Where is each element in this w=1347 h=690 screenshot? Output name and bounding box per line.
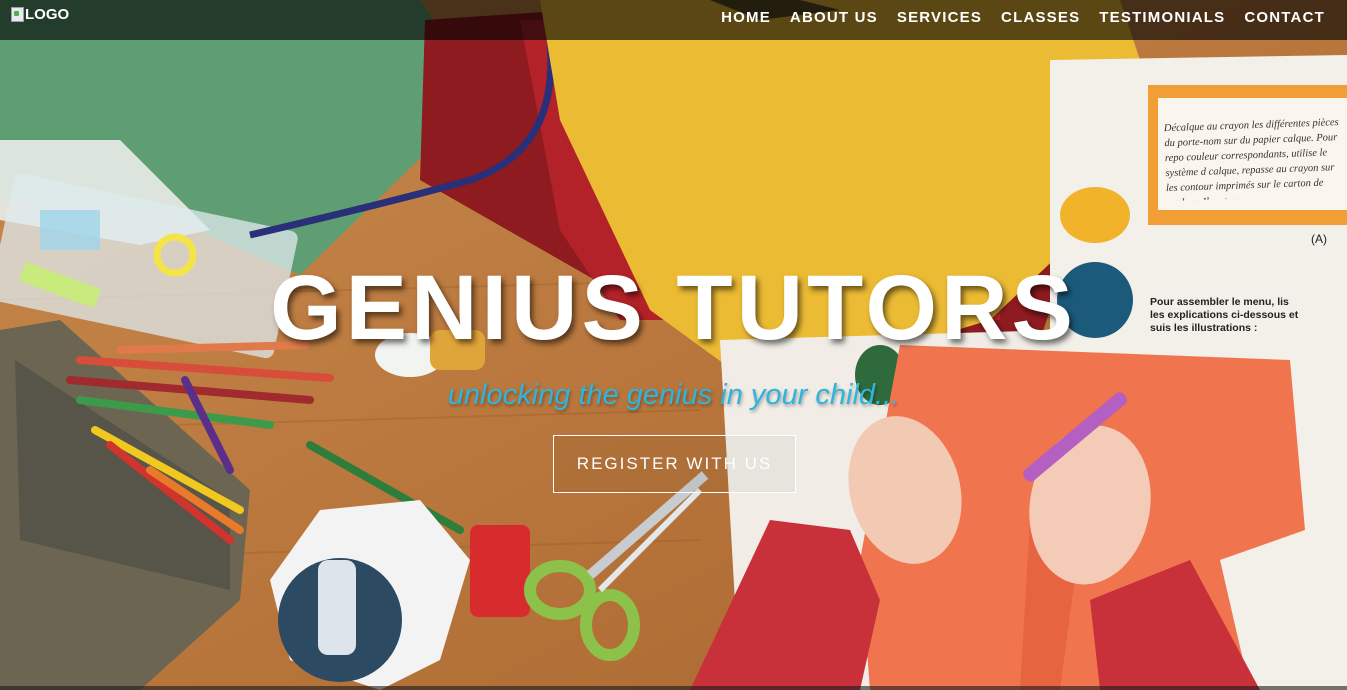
hero-tagline: unlocking the genius in your child... [447, 379, 900, 411]
logo-alt-text: LOGO [25, 6, 70, 23]
nav-link-home[interactable]: HOME [721, 9, 771, 26]
broken-image-icon [11, 7, 24, 22]
hero-content: GENIUS TUTORS unlocking the genius in yo… [0, 0, 1347, 690]
nav-link-contact[interactable]: CONTACT [1244, 9, 1325, 26]
nav-link-services[interactable]: SERVICES [897, 9, 982, 26]
logo[interactable]: LOGO [11, 6, 69, 23]
nav-link-testimonials[interactable]: TESTIMONIALS [1099, 9, 1225, 26]
nav-menu: HOME ABOUT US SERVICES CLASSES TESTIMONI… [721, 0, 1325, 34]
nav-link-classes[interactable]: CLASSES [1001, 9, 1080, 26]
hero-section: Décalque au crayon les différentes pièce… [0, 0, 1347, 690]
hero-title: GENIUS TUTORS [270, 257, 1077, 359]
top-navbar: LOGO HOME ABOUT US SERVICES CLASSES TEST… [0, 0, 1347, 40]
register-button[interactable]: REGISTER WITH US [553, 435, 796, 493]
nav-link-about-us[interactable]: ABOUT US [790, 9, 878, 26]
